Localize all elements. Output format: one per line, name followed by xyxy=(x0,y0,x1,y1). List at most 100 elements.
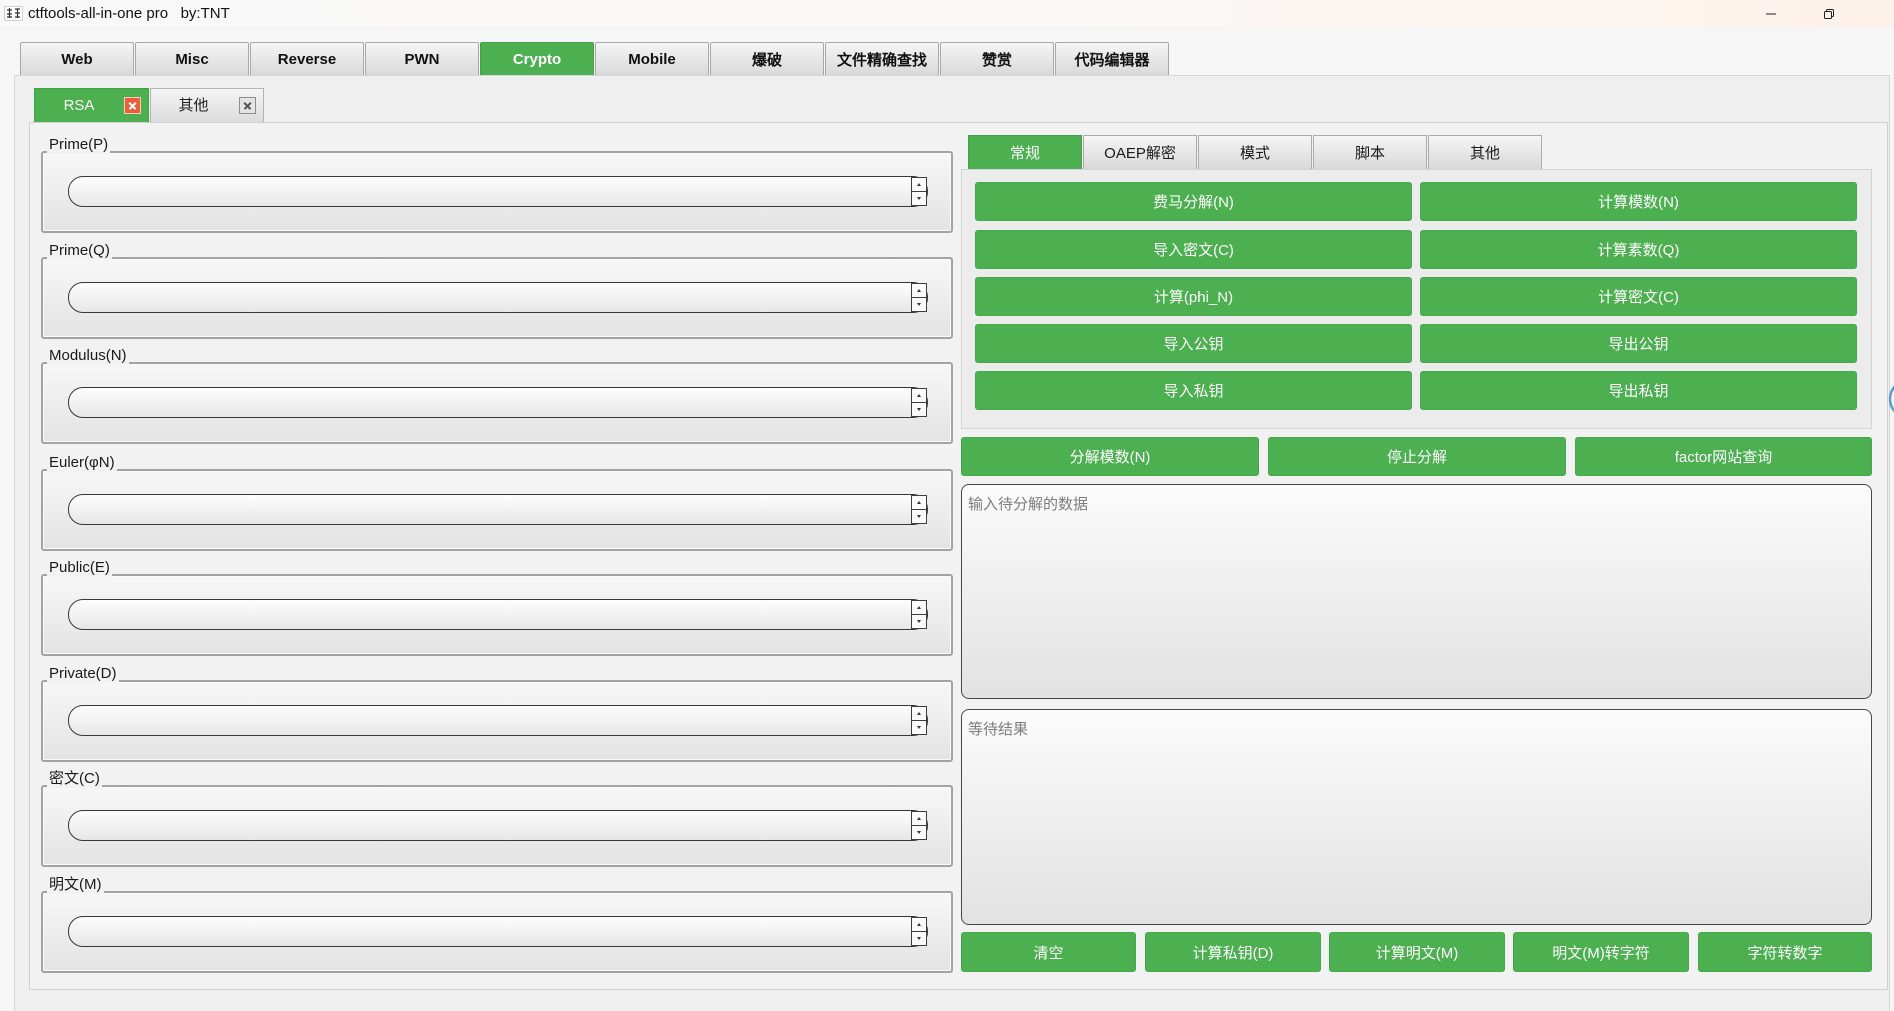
tab-pwn[interactable]: PWN xyxy=(365,42,479,75)
spin-up-icon[interactable] xyxy=(912,601,926,615)
maximize-button[interactable] xyxy=(1806,0,1852,27)
compute-ciphertext-button[interactable]: 计算密文(C) xyxy=(1420,277,1857,316)
plaintext-m-spinner xyxy=(911,917,927,946)
euler-phi-n-label: Euler(φN) xyxy=(47,454,117,472)
prime-q-group: Prime(Q) xyxy=(41,242,953,339)
spin-up-icon[interactable] xyxy=(912,389,926,403)
result-output-textarea[interactable] xyxy=(961,709,1872,925)
spin-down-icon[interactable] xyxy=(912,721,926,735)
plaintext-to-chars-button[interactable]: 明文(M)转字符 xyxy=(1513,932,1689,972)
plaintext-m-field xyxy=(68,916,928,947)
subtab-other[interactable]: 其他 xyxy=(150,88,264,122)
tab-oaep-decrypt[interactable]: OAEP解密 xyxy=(1083,135,1197,169)
private-d-input[interactable] xyxy=(68,705,928,736)
spin-down-icon[interactable] xyxy=(912,826,926,840)
spin-up-icon[interactable] xyxy=(912,178,926,192)
close-icon[interactable] xyxy=(239,97,256,114)
modulus-n-field xyxy=(68,387,928,418)
subtab-other-label: 其他 xyxy=(178,97,209,114)
spin-down-icon[interactable] xyxy=(912,510,926,524)
prime-p-field xyxy=(68,176,928,207)
factordb-query-button[interactable]: factor网站查询 xyxy=(1575,437,1872,476)
fermat-factor-button[interactable]: 费马分解(N) xyxy=(975,182,1412,221)
public-e-input[interactable] xyxy=(68,599,928,630)
euler-phi-n-spinner xyxy=(911,495,927,524)
subtab-rsa[interactable]: RSA xyxy=(34,88,149,122)
factor-modulus-button[interactable]: 分解模数(N) xyxy=(961,437,1259,476)
prime-q-label: Prime(Q) xyxy=(47,242,112,260)
minimize-button[interactable] xyxy=(1748,0,1794,27)
modulus-n-label: Modulus(N) xyxy=(47,347,129,365)
spin-down-icon[interactable] xyxy=(912,615,926,629)
export-public-key-button[interactable]: 导出公钥 xyxy=(1420,324,1857,363)
prime-p-input[interactable] xyxy=(68,176,928,207)
plaintext-m-input[interactable] xyxy=(68,916,928,947)
app-icon xyxy=(4,6,23,21)
ciphertext-c-spinner xyxy=(911,811,927,840)
chars-to-number-button[interactable]: 字符转数字 xyxy=(1698,932,1872,972)
prime-p-label: Prime(P) xyxy=(47,136,111,154)
modulus-n-input[interactable] xyxy=(68,387,928,418)
factor-input-textarea[interactable] xyxy=(961,484,1872,699)
tab-general[interactable]: 常规 xyxy=(968,135,1082,169)
public-e-field xyxy=(68,599,928,630)
public-e-spinner xyxy=(911,600,927,629)
spin-down-icon[interactable] xyxy=(912,403,926,417)
prime-q-input[interactable] xyxy=(68,282,928,313)
spin-up-icon[interactable] xyxy=(912,496,926,510)
tab-code-editor[interactable]: 代码编辑器 xyxy=(1055,42,1169,75)
tab-bruteforce[interactable]: 爆破 xyxy=(710,42,824,75)
spin-up-icon[interactable] xyxy=(912,284,926,298)
prime-p-group: Prime(P) xyxy=(41,136,953,233)
ciphertext-c-field xyxy=(68,810,928,841)
prime-q-spinner xyxy=(911,283,927,312)
private-d-spinner xyxy=(911,706,927,735)
spin-up-icon[interactable] xyxy=(912,918,926,932)
spin-up-icon[interactable] xyxy=(912,812,926,826)
ciphertext-c-label: 密文(C) xyxy=(47,770,102,788)
private-d-label: Private(D) xyxy=(47,665,119,683)
import-ciphertext-button[interactable]: 导入密文(C) xyxy=(975,230,1412,269)
tab-web[interactable]: Web xyxy=(20,42,134,75)
plaintext-m-group: 明文(M) xyxy=(41,876,953,973)
stop-factor-button[interactable]: 停止分解 xyxy=(1268,437,1566,476)
private-d-field xyxy=(68,705,928,736)
spin-down-icon[interactable] xyxy=(912,298,926,312)
tab-mobile[interactable]: Mobile xyxy=(595,42,709,75)
window-title: ctftools-all-in-one pro by:TNT xyxy=(28,5,230,22)
compute-phi-button[interactable]: 计算(phi_N) xyxy=(975,277,1412,316)
public-e-group: Public(E) xyxy=(41,559,953,656)
public-e-label: Public(E) xyxy=(47,559,112,577)
import-private-key-button[interactable]: 导入私钥 xyxy=(975,371,1412,410)
modulus-n-spinner xyxy=(911,388,927,417)
euler-phi-n-group: Euler(φN) xyxy=(41,454,953,551)
compute-modulus-button[interactable]: 计算模数(N) xyxy=(1420,182,1857,221)
euler-phi-n-input[interactable] xyxy=(68,494,928,525)
compute-prime-q-button[interactable]: 计算素数(Q) xyxy=(1420,230,1857,269)
tab-donate[interactable]: 赞赏 xyxy=(940,42,1054,75)
ciphertext-c-group: 密文(C) xyxy=(41,770,953,867)
subtab-rsa-label: RSA xyxy=(63,97,95,114)
spin-up-icon[interactable] xyxy=(912,707,926,721)
modulus-n-group: Modulus(N) xyxy=(41,347,953,444)
spin-down-icon[interactable] xyxy=(912,192,926,206)
compute-private-key-button[interactable]: 计算私钥(D) xyxy=(1145,932,1321,972)
plaintext-m-label: 明文(M) xyxy=(47,876,104,894)
close-icon[interactable] xyxy=(124,97,141,114)
tab-crypto[interactable]: Crypto xyxy=(480,42,594,75)
clear-button[interactable]: 清空 xyxy=(961,932,1136,972)
spin-down-icon[interactable] xyxy=(912,932,926,946)
import-public-key-button[interactable]: 导入公钥 xyxy=(975,324,1412,363)
tab-script[interactable]: 脚本 xyxy=(1313,135,1427,169)
prime-q-field xyxy=(68,282,928,313)
floating-widget-edge[interactable] xyxy=(1886,378,1894,420)
private-d-group: Private(D) xyxy=(41,665,953,762)
tab-misc[interactable]: Misc xyxy=(135,42,249,75)
ciphertext-c-input[interactable] xyxy=(68,810,928,841)
tab-file-search[interactable]: 文件精确查找 xyxy=(825,42,939,75)
compute-plaintext-button[interactable]: 计算明文(M) xyxy=(1329,932,1505,972)
tab-reverse[interactable]: Reverse xyxy=(250,42,364,75)
tab-mode[interactable]: 模式 xyxy=(1198,135,1312,169)
export-private-key-button[interactable]: 导出私钥 xyxy=(1420,371,1857,410)
tab-other[interactable]: 其他 xyxy=(1428,135,1542,169)
